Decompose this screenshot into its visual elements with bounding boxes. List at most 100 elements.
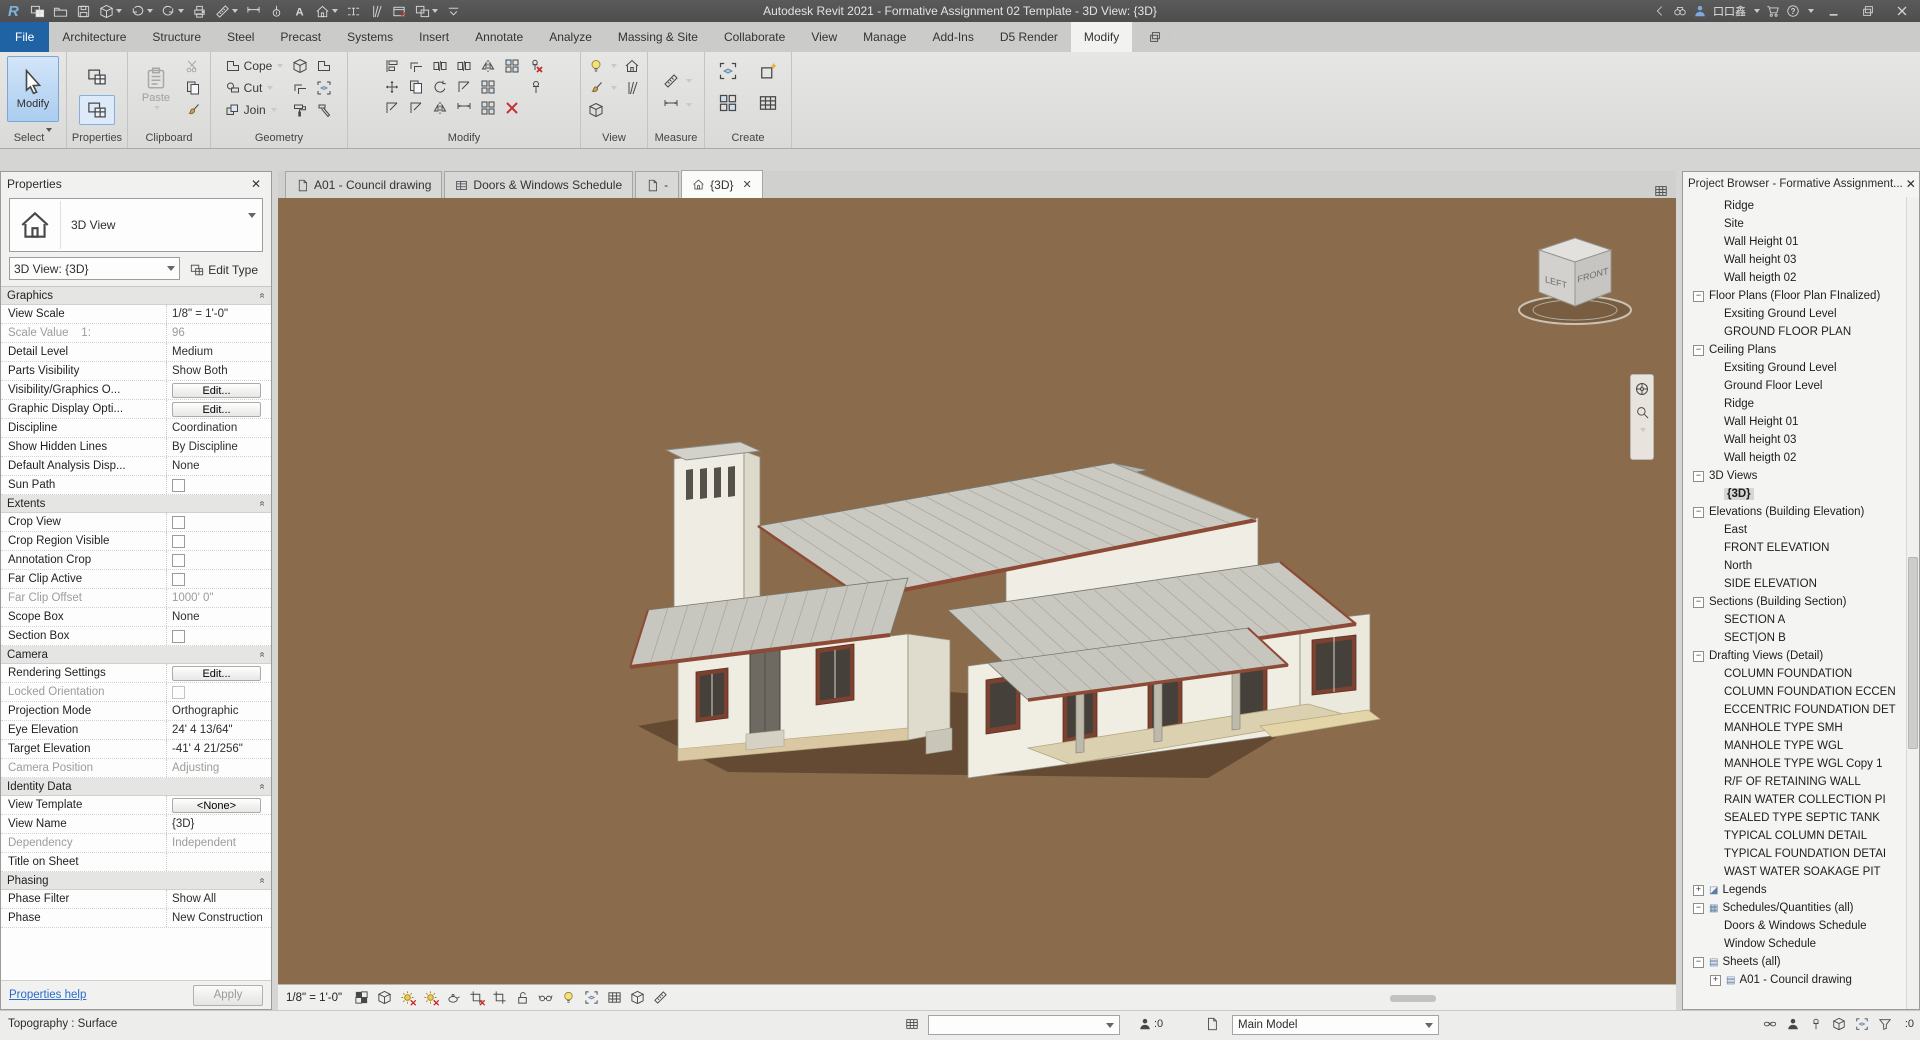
property-value[interactable]: [167, 513, 271, 531]
save-icon[interactable]: [73, 3, 94, 20]
project-browser-close-icon[interactable]: ✕: [1903, 177, 1919, 191]
profile-box-icon[interactable]: [585, 100, 607, 120]
tree-item-r-f-of-retaining-wall[interactable]: R/F OF RETAINING WALL: [1683, 773, 1907, 791]
property-value[interactable]: None: [167, 457, 271, 475]
demolish-icon[interactable]: [313, 100, 335, 120]
rotate-tool-icon[interactable]: [429, 77, 451, 97]
view-visibility-icon[interactable]: [585, 56, 607, 76]
property-value[interactable]: Orthographic: [167, 702, 271, 720]
rendering-settings-button[interactable]: Edit...: [172, 666, 261, 681]
property-value[interactable]: [167, 853, 271, 871]
tree-item-wast-water-soakage-pit[interactable]: WAST WATER SOAKAGE PIT: [1683, 863, 1907, 881]
restore-button[interactable]: [1854, 0, 1882, 22]
show-crop-region-icon[interactable]: [490, 989, 508, 1007]
ribbon-tab-view[interactable]: View: [798, 22, 850, 52]
tree-item-3d-views[interactable]: −3D Views: [1683, 467, 1907, 485]
tree-item-sealed-type-septic-tank[interactable]: SEALED TYPE SEPTIC TANK: [1683, 809, 1907, 827]
edit-type-button[interactable]: Edit Type: [185, 257, 263, 282]
crop-region-visible-checkbox[interactable]: [172, 535, 185, 548]
tree-item-legends[interactable]: +◪Legends: [1683, 881, 1907, 899]
ribbon-tab-systems[interactable]: Systems: [334, 22, 406, 52]
tree-item-section-a[interactable]: SECTION A: [1683, 611, 1907, 629]
tree-item-typical-foundation-detai[interactable]: TYPICAL FOUNDATION DETAI: [1683, 845, 1907, 863]
section-header-phasing[interactable]: Phasing«: [1, 872, 271, 890]
measure-between-icon[interactable]: [660, 71, 682, 91]
property-value[interactable]: None: [167, 608, 271, 626]
cut-to-clipboard-icon[interactable]: [182, 56, 204, 76]
copy-to-clipboard-icon[interactable]: [182, 78, 204, 98]
customize-qat-icon[interactable]: [443, 3, 464, 20]
tree-item-manhole-type-smh[interactable]: MANHOLE TYPE SMH: [1683, 719, 1907, 737]
view-tab-doors-windows-schedule[interactable]: Doors & Windows Schedule: [444, 171, 633, 198]
far-clip-active-checkbox[interactable]: [172, 573, 185, 586]
worksharing-display-icon[interactable]: [628, 989, 646, 1007]
cut-geometry-tool[interactable]: Cut: [223, 78, 286, 98]
sync-with-central-icon[interactable]: [96, 3, 125, 20]
panel-label-view[interactable]: View: [581, 130, 647, 148]
ribbon-tab-steel[interactable]: Steel: [214, 22, 267, 52]
wall-sweep-icon[interactable]: [313, 56, 335, 76]
property-value[interactable]: {3D}: [167, 815, 271, 833]
view-scale-control[interactable]: 1/8" = 1'-0": [286, 992, 342, 1004]
cope-tool[interactable]: Cope: [223, 56, 286, 76]
match-type-properties-icon[interactable]: [182, 100, 204, 120]
tree-item-ground-floor-level[interactable]: Ground Floor Level: [1683, 377, 1907, 395]
tree-item-sect-on-b[interactable]: SECT|ON B: [1683, 629, 1907, 647]
minimize-button[interactable]: [1820, 0, 1848, 22]
design-options-icon[interactable]: [1205, 1017, 1219, 1031]
ribbon-tab-architecture[interactable]: Architecture: [49, 22, 139, 52]
app-store-cart-icon[interactable]: [1766, 4, 1780, 18]
property-value[interactable]: [167, 683, 271, 701]
property-value[interactable]: By Discipline: [167, 438, 271, 456]
redx-tool-icon[interactable]: [501, 98, 523, 118]
properties-close-icon[interactable]: ✕: [247, 177, 265, 191]
pinred-tool-icon[interactable]: [525, 56, 547, 76]
property-value[interactable]: Medium: [167, 343, 271, 361]
tree-item-column-foundation-eccen[interactable]: COLUMN FOUNDATION ECCEN: [1683, 683, 1907, 701]
tree-item-site[interactable]: Site: [1683, 215, 1907, 233]
collapse-toolbar-icon[interactable]: [1653, 4, 1667, 18]
sun-path-checkbox[interactable]: [172, 479, 185, 492]
reveal-constraints-icon[interactable]: [605, 989, 623, 1007]
print-icon[interactable]: [189, 3, 210, 20]
property-value[interactable]: Edit...: [167, 381, 271, 399]
ribbon-tab-file[interactable]: File: [0, 22, 49, 52]
tree-item-exsiting-ground-level[interactable]: Exsiting Ground Level: [1683, 359, 1907, 377]
pin-tool-icon[interactable]: [525, 77, 547, 97]
default-3d-view-icon[interactable]: [312, 3, 341, 20]
tree-item-wall-height-03[interactable]: Wall height 03: [1683, 431, 1907, 449]
view-tab-a01-council-drawing[interactable]: A01 - Council drawing: [285, 171, 442, 198]
section-header-graphics[interactable]: Graphics«: [1, 287, 271, 305]
view-tab-menu-icon[interactable]: [1646, 184, 1676, 198]
zoom-icon[interactable]: [1635, 405, 1650, 420]
tree-item-elevations-building-elevation[interactable]: −Elevations (Building Elevation): [1683, 503, 1907, 521]
open-icon[interactable]: [50, 3, 71, 20]
selection-box-icon[interactable]: [710, 56, 746, 86]
visibility-graphics-o-button[interactable]: Edit...: [172, 383, 261, 398]
ribbon-tab-insert[interactable]: Insert: [406, 22, 462, 52]
tree-item-column-foundation[interactable]: COLUMN FOUNDATION: [1683, 665, 1907, 683]
horizontal-scrollbar-thumb[interactable]: [1390, 995, 1436, 1002]
navbar-dropdown-icon[interactable]: [1640, 428, 1646, 432]
mirror-tool-icon[interactable]: [429, 98, 451, 118]
ribbon-tab-modify[interactable]: Modify: [1071, 22, 1132, 52]
annotation-crop-checkbox[interactable]: [172, 554, 185, 567]
section-box-checkbox[interactable]: [172, 630, 185, 643]
sun-path-icon[interactable]: ✕: [398, 989, 416, 1007]
paint-icon[interactable]: [289, 100, 311, 120]
tree-item-manhole-type-wgl-copy-1[interactable]: MANHOLE TYPE WGL Copy 1: [1683, 755, 1907, 773]
panel-label-measure[interactable]: Measure: [648, 130, 704, 148]
account-label[interactable]: 口口鑫: [1713, 3, 1746, 19]
property-value[interactable]: 1000' 0": [167, 589, 271, 607]
property-value[interactable]: -41' 4 21/256": [167, 740, 271, 758]
analytical-model-icon[interactable]: [582, 989, 600, 1007]
panel-label-select[interactable]: Select: [0, 130, 66, 148]
view-tab-close-icon[interactable]: ✕: [743, 178, 752, 191]
join-geometry-tool[interactable]: Join: [223, 100, 286, 120]
panel-label-clipboard[interactable]: Clipboard: [128, 130, 210, 148]
type-selector[interactable]: 3D View: [9, 198, 263, 252]
design-option-selector[interactable]: Main Model: [1232, 1015, 1439, 1035]
property-value[interactable]: <None>: [167, 796, 271, 814]
tree-item-wall-heigth-02[interactable]: Wall heigth 02: [1683, 449, 1907, 467]
project-browser-scrollbar[interactable]: [1906, 197, 1919, 1009]
